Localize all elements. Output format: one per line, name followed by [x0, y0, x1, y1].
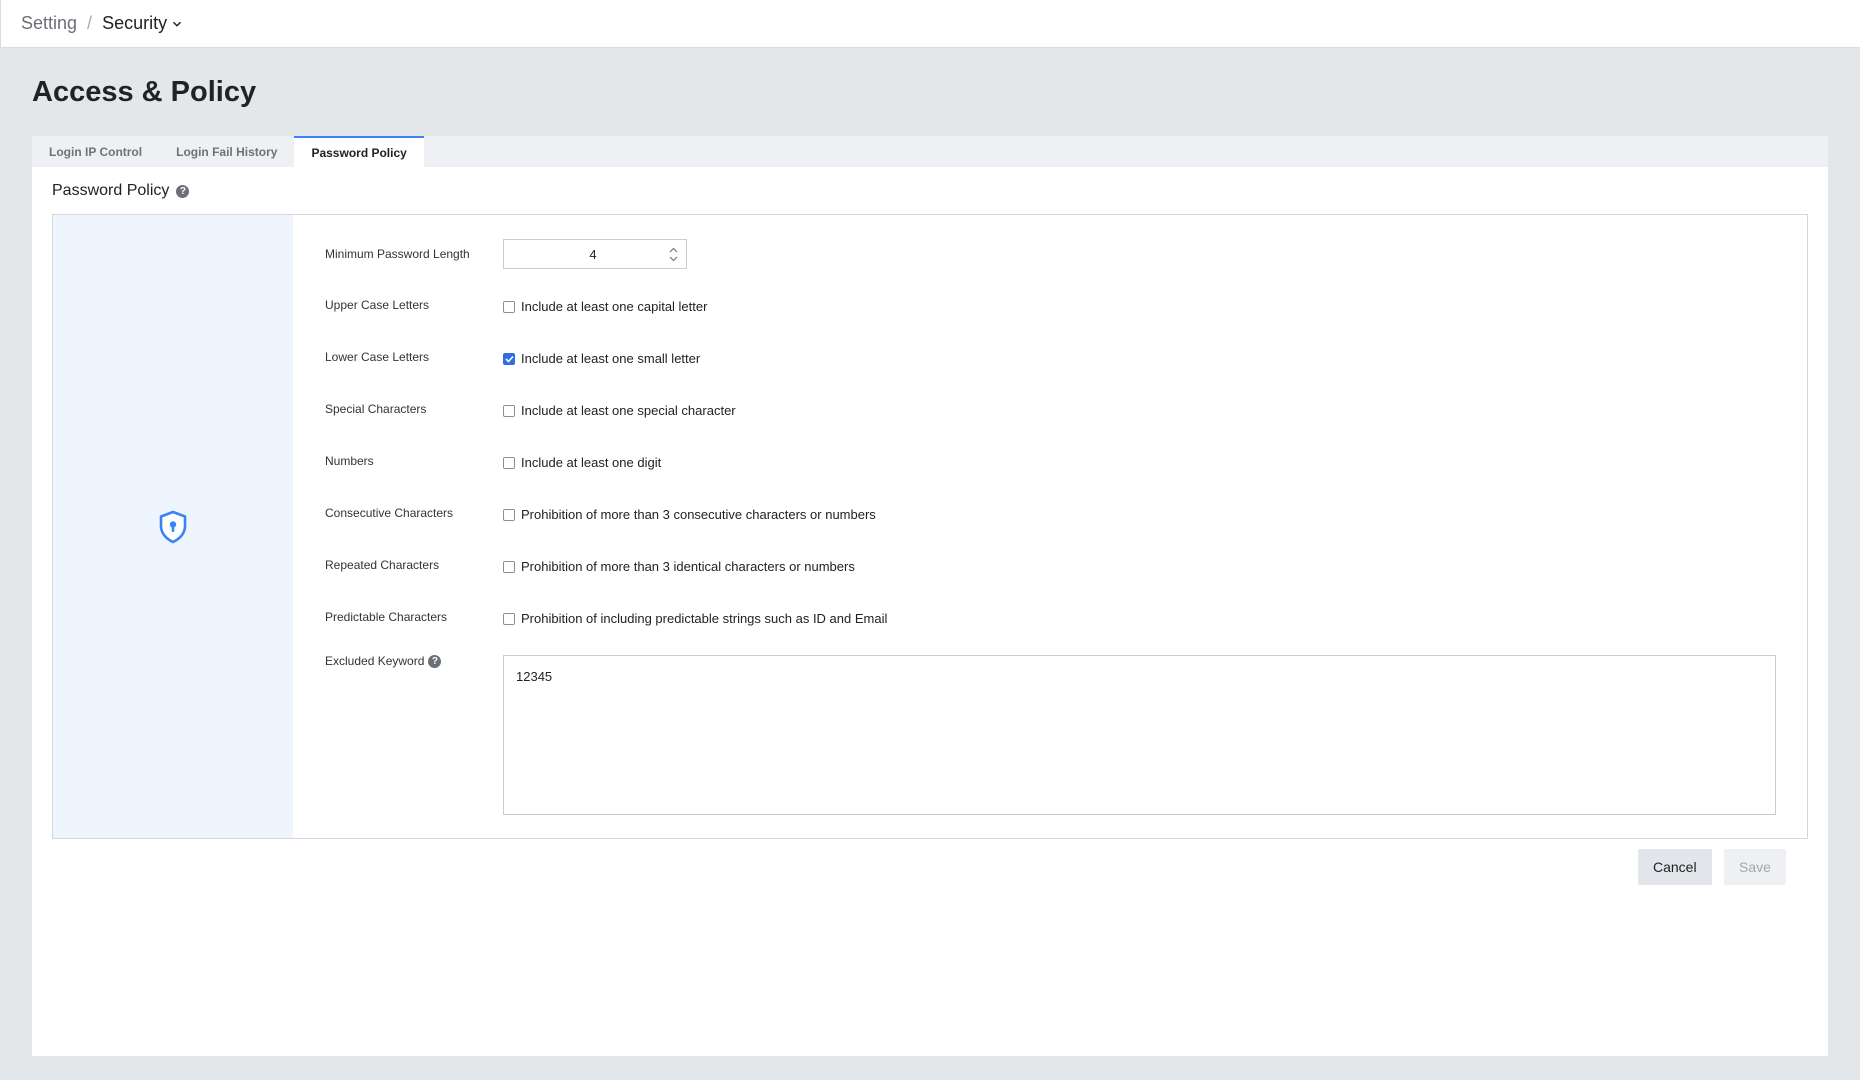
repeated-checkbox[interactable] — [503, 560, 515, 573]
predictable-option[interactable]: Prohibition of including predictable str… — [503, 611, 887, 626]
consecutive-label: Consecutive Characters — [325, 506, 454, 520]
main-panel: Login IP Control Login Fail History Pass… — [32, 136, 1828, 1056]
lower-case-text: Include at least one small letter — [521, 351, 701, 366]
predictable-checkbox[interactable] — [503, 612, 515, 625]
special-chars-checkbox[interactable] — [503, 404, 515, 417]
page-title: Access & Policy — [32, 76, 257, 108]
question-circle-icon[interactable]: ? — [428, 654, 442, 668]
special-chars-option[interactable]: Include at least one special character — [503, 403, 736, 418]
chevron-down-icon[interactable] — [669, 256, 678, 262]
stepper-arrows — [660, 240, 686, 268]
question-circle-icon[interactable]: ? — [176, 184, 190, 198]
excluded-keyword-label: Excluded Keyword — [325, 654, 425, 668]
consecutive-option[interactable]: Prohibition of more than 3 consecutive c… — [503, 507, 876, 522]
min-length-value[interactable]: 4 — [504, 247, 660, 262]
consecutive-text: Prohibition of more than 3 consecutive c… — [521, 507, 876, 522]
checkmark-icon — [504, 355, 514, 363]
upper-case-label: Upper Case Letters — [325, 298, 430, 312]
upper-case-checkbox[interactable] — [503, 300, 515, 313]
breadcrumb-current-label: Security — [102, 13, 168, 33]
tab-bar: Login IP Control Login Fail History Pass… — [32, 136, 1828, 167]
predictable-text: Prohibition of including predictable str… — [521, 611, 888, 626]
save-button[interactable]: Save — [1724, 849, 1786, 885]
shield-lock-icon — [159, 510, 187, 543]
policy-form: Minimum Password Length 4 Upper Case Let… — [293, 215, 1807, 838]
top-bar: Setting / Security — [0, 0, 1860, 48]
excluded-keyword-textarea[interactable]: 12345 — [503, 655, 1776, 815]
numbers-checkbox[interactable] — [503, 456, 515, 469]
upper-case-option[interactable]: Include at least one capital letter — [503, 299, 707, 314]
consecutive-checkbox[interactable] — [503, 508, 515, 521]
repeated-text: Prohibition of more than 3 identical cha… — [521, 559, 855, 574]
repeated-label: Repeated Characters — [325, 558, 440, 572]
min-length-stepper[interactable]: 4 — [503, 239, 687, 269]
breadcrumb-separator: / — [87, 13, 93, 33]
section-header: Password Policy ? — [52, 182, 190, 200]
predictable-label: Predictable Characters — [325, 610, 448, 624]
excluded-keyword-row-label: Excluded Keyword ? — [325, 654, 442, 668]
tab-password-policy[interactable]: Password Policy — [294, 136, 424, 167]
numbers-option[interactable]: Include at least one digit — [503, 455, 661, 470]
min-length-label: Minimum Password Length — [325, 247, 470, 261]
password-policy-card: Minimum Password Length 4 Upper Case Let… — [52, 214, 1808, 839]
upper-case-text: Include at least one capital letter — [521, 299, 708, 314]
policy-side-panel — [53, 215, 293, 838]
tab-login-ip-control[interactable]: Login IP Control — [32, 136, 159, 167]
lower-case-checkbox[interactable] — [503, 352, 515, 365]
lower-case-option[interactable]: Include at least one small letter — [503, 351, 700, 366]
special-chars-label: Special Characters — [325, 402, 427, 416]
tab-login-fail-history[interactable]: Login Fail History — [159, 136, 294, 167]
breadcrumb-root[interactable]: Setting — [21, 13, 77, 34]
lower-case-label: Lower Case Letters — [325, 350, 430, 364]
breadcrumb-current-dropdown[interactable]: Security — [102, 13, 182, 34]
chevron-up-icon[interactable] — [669, 247, 678, 253]
repeated-option[interactable]: Prohibition of more than 3 identical cha… — [503, 559, 855, 574]
section-title: Password Policy — [52, 182, 170, 199]
special-chars-text: Include at least one special character — [521, 403, 736, 418]
chevron-down-icon — [173, 21, 182, 27]
cancel-button[interactable]: Cancel — [1638, 849, 1712, 885]
numbers-text: Include at least one digit — [521, 455, 662, 470]
numbers-label: Numbers — [325, 454, 374, 468]
